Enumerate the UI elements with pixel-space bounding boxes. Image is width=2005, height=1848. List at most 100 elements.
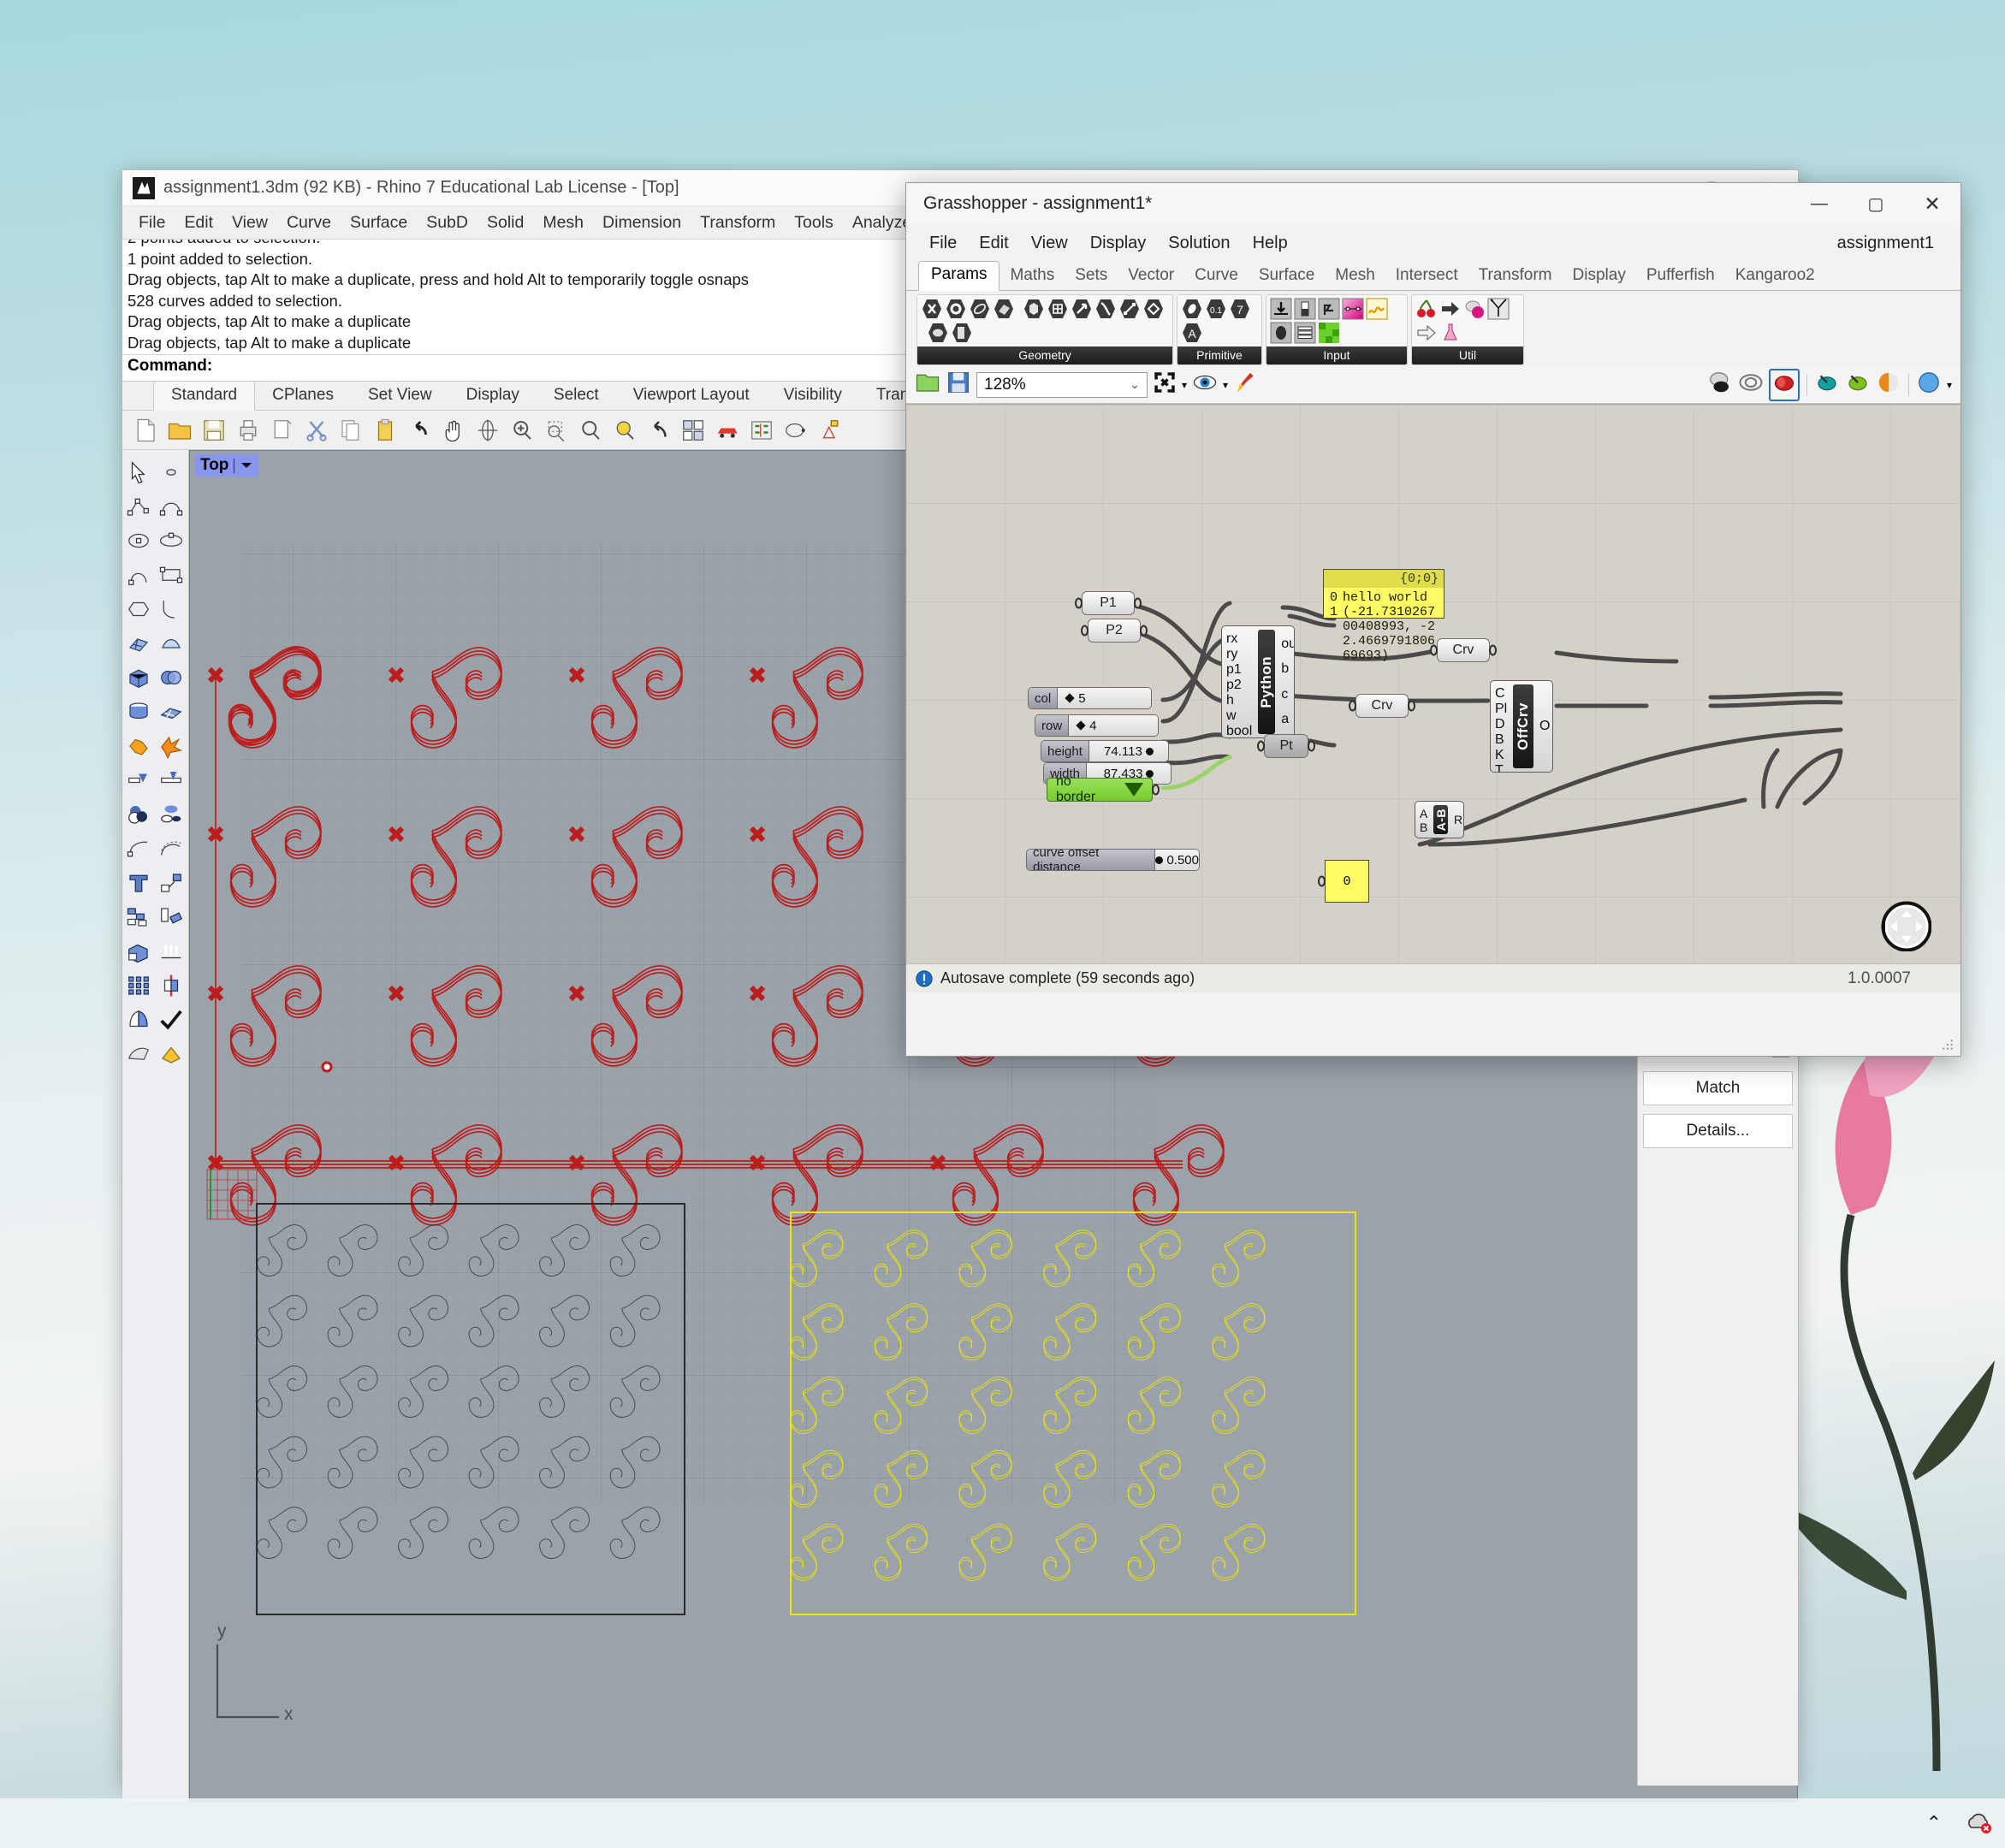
preview-color-dropdown-icon[interactable]: ▾ <box>1947 379 1952 391</box>
offcrv-input-b[interactable]: B <box>1495 732 1507 748</box>
unroll-surface-icon[interactable] <box>122 1003 155 1037</box>
python-output-b[interactable]: b <box>1281 661 1289 677</box>
line-icon[interactable] <box>1118 298 1141 320</box>
open-folder-icon[interactable] <box>163 414 196 447</box>
gh-menu-edit[interactable]: Edit <box>968 230 1019 257</box>
input-pin[interactable] <box>1257 741 1265 752</box>
ellipse-icon[interactable] <box>155 524 187 558</box>
array-vertical-icon[interactable] <box>155 934 187 968</box>
cloud-error-icon[interactable] <box>1964 1812 1993 1834</box>
zoom-extents-dropdown-icon[interactable]: ▾ <box>1182 379 1187 391</box>
slider-curve-offset-distance[interactable]: curve offset distance 0.500 <box>1026 849 1200 871</box>
rhino-tab-display[interactable]: Display <box>449 382 537 410</box>
array-grid-icon[interactable] <box>122 968 155 1003</box>
zoom-level-combobox[interactable]: 128% ⌄ <box>976 372 1148 398</box>
chevron-down-icon[interactable] <box>240 460 253 471</box>
slider-col-track[interactable]: 5 <box>1058 688 1151 708</box>
toggle-no-border[interactable]: no border <box>1047 778 1153 802</box>
eye-preview-icon[interactable] <box>1192 370 1218 400</box>
output-pin[interactable] <box>1134 598 1142 609</box>
new-file-icon[interactable] <box>129 414 162 447</box>
chevron-up-icon[interactable]: ⌃ <box>1926 1812 1942 1834</box>
trim-icon[interactable] <box>122 763 155 797</box>
render-car-icon[interactable] <box>711 414 744 447</box>
brep-icon[interactable] <box>993 298 1015 320</box>
preview-green-icon[interactable] <box>1845 370 1871 400</box>
rhino-menu-solid[interactable]: Solid <box>478 210 533 236</box>
slider-curve-offset-track[interactable]: 0.500 <box>1155 850 1199 870</box>
colour-icon[interactable] <box>1318 322 1340 344</box>
offcrv-input-c[interactable]: C <box>1495 686 1507 702</box>
rhino-menu-view[interactable]: View <box>222 210 277 236</box>
slider-height-track[interactable]: 74.113 <box>1089 741 1168 761</box>
gh-tab-display[interactable]: Display <box>1563 263 1636 290</box>
surface-analysis-icon[interactable] <box>122 1037 155 1071</box>
python-output-c[interactable]: c <box>1281 687 1288 702</box>
blend-curve-icon[interactable] <box>155 832 187 866</box>
output-pin[interactable] <box>1308 741 1315 752</box>
split-icon[interactable] <box>155 763 187 797</box>
copy-objects-icon[interactable] <box>122 900 155 934</box>
gh-menu-help[interactable]: Help <box>1242 230 1299 257</box>
zoom-extents-icon[interactable] <box>1153 370 1177 399</box>
gh-tab-kangaroo2[interactable]: Kangaroo2 <box>1725 263 1825 290</box>
gh-menu-solution[interactable]: Solution <box>1157 230 1241 257</box>
surface-grid-icon[interactable] <box>155 695 187 729</box>
geo-pipe-icon[interactable] <box>927 322 949 344</box>
text-icon[interactable] <box>122 866 155 900</box>
ribbon-group-input-label[interactable]: Input <box>1266 346 1407 364</box>
button-icon[interactable] <box>1294 298 1316 320</box>
gh-tab-intersect[interactable]: Intersect <box>1385 263 1468 290</box>
number-icon[interactable]: 0.1 <box>1205 298 1227 320</box>
rhino-menu-tools[interactable]: Tools <box>785 210 843 236</box>
rhino-menu-transform[interactable]: Transform <box>691 210 785 236</box>
output-pin[interactable] <box>1199 855 1200 866</box>
fillet-icon[interactable] <box>155 592 187 626</box>
save-floppy-icon[interactable] <box>946 370 971 400</box>
viewport-layout-icon[interactable] <box>677 414 709 447</box>
pan-hand-icon[interactable] <box>437 414 470 447</box>
ribbon-group-geometry-label[interactable]: Geometry <box>917 346 1172 364</box>
cluster-icon[interactable] <box>1463 298 1486 320</box>
print-icon[interactable] <box>232 414 264 447</box>
gh-menu-view[interactable]: View <box>1020 230 1079 257</box>
integer-icon[interactable]: 7 <box>1229 298 1251 320</box>
component-python[interactable]: rx ry p1 p2 h w bool Python out b c a <box>1221 625 1295 738</box>
ribbon-group-primitive-label[interactable]: Primitive <box>1177 346 1261 364</box>
gradient-icon[interactable] <box>1342 298 1364 320</box>
gh-maximize-button[interactable]: ▢ <box>1848 183 1904 224</box>
input-pin[interactable] <box>1430 645 1438 656</box>
subtract-input-b[interactable]: B <box>1420 820 1427 834</box>
python-input-p1[interactable]: p1 <box>1226 662 1252 678</box>
panel-small[interactable]: 0 <box>1325 860 1369 903</box>
grasshopper-icon[interactable] <box>745 414 778 447</box>
arc-icon[interactable] <box>122 558 155 592</box>
geometry-generic-icon[interactable] <box>921 298 943 320</box>
subtract-input-a[interactable]: A <box>1420 807 1427 820</box>
copy-page-icon[interactable] <box>266 414 299 447</box>
param-pt[interactable]: Pt <box>1264 734 1308 758</box>
output-pin[interactable] <box>1489 645 1497 656</box>
preview-blue-icon[interactable] <box>1916 370 1942 400</box>
details-button[interactable]: Details... <box>1643 1114 1793 1148</box>
render-material-icon[interactable] <box>155 1037 187 1071</box>
boolean-union-icon[interactable] <box>122 729 155 763</box>
output-pin[interactable] <box>1152 785 1160 796</box>
polygon-icon[interactable] <box>122 592 155 626</box>
sphere-union-icon[interactable] <box>155 660 187 695</box>
slider-col[interactable]: col 5 <box>1028 687 1152 709</box>
python-output-a[interactable]: a <box>1281 712 1289 727</box>
geo-sheet-icon[interactable] <box>951 322 973 344</box>
rectangle-icon[interactable] <box>155 558 187 592</box>
python-input-w[interactable]: w <box>1226 708 1252 724</box>
offcrv-input-pl[interactable]: Pl <box>1495 702 1507 717</box>
offcrv-input-k[interactable]: K <box>1495 748 1507 763</box>
output-pin[interactable] <box>1168 746 1169 757</box>
explode-icon[interactable] <box>155 729 187 763</box>
preview-dropdown-icon[interactable]: ▾ <box>1223 379 1228 391</box>
python-input-bool[interactable]: bool <box>1226 724 1252 738</box>
param-crv-top[interactable]: Crv <box>1437 638 1490 662</box>
param-p1[interactable]: P1 <box>1082 591 1135 615</box>
offcrv-output-o[interactable]: O <box>1539 719 1550 734</box>
python-input-rx[interactable]: rx <box>1226 631 1252 647</box>
